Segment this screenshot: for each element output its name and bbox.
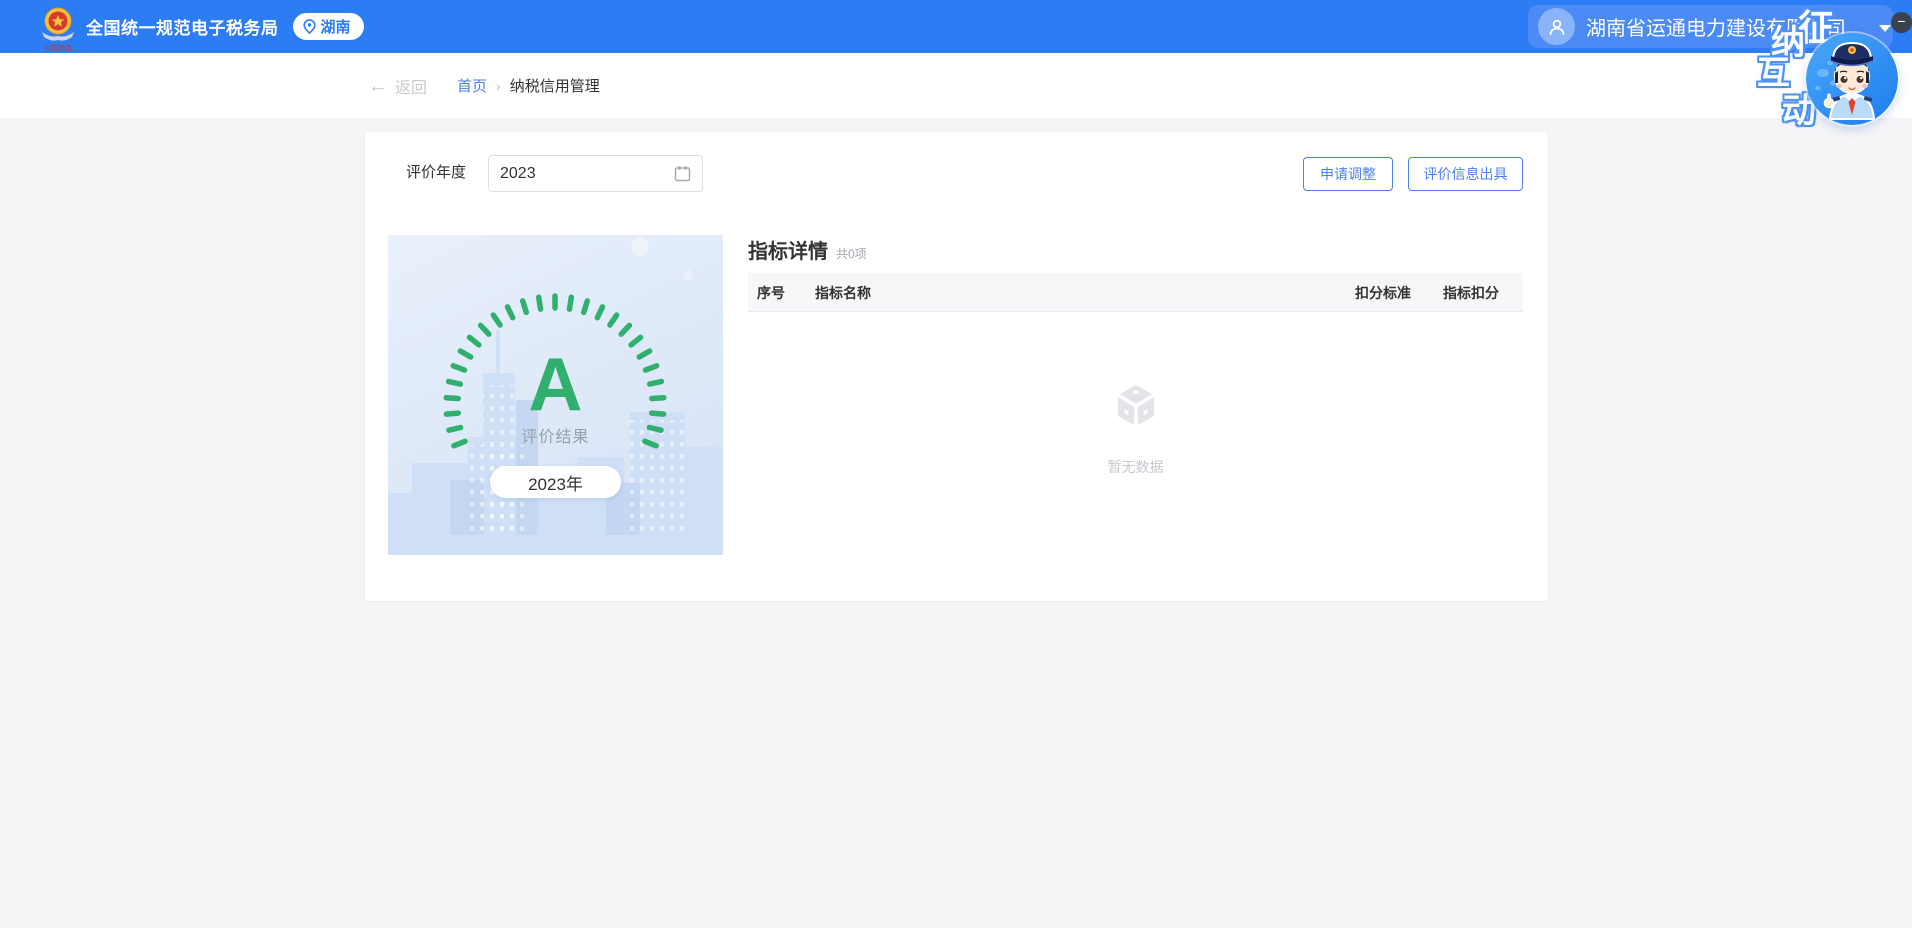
calendar-icon[interactable] bbox=[674, 165, 691, 182]
interaction-assistant-widget[interactable]: 征 纳 互 动 bbox=[1740, 0, 1912, 160]
indicators-count: 共0项 bbox=[836, 245, 867, 262]
person-icon bbox=[1547, 17, 1567, 37]
empty-box-icon bbox=[1112, 382, 1160, 430]
svg-text:中国税务: 中国税务 bbox=[44, 43, 72, 52]
breadcrumb-separator: › bbox=[496, 78, 501, 94]
tax-officer-cartoon-icon bbox=[1806, 33, 1898, 125]
breadcrumb: ← 返回 首页 › 纳税信用管理 bbox=[0, 53, 1912, 118]
evaluation-result-panel: A 评价结果 2023年 bbox=[388, 235, 723, 555]
user-avatar bbox=[1538, 8, 1575, 45]
region-badge[interactable]: 湖南 bbox=[293, 13, 364, 40]
evaluation-year-input[interactable]: 2023 bbox=[488, 155, 703, 192]
column-header-indicator-deduction: 指标扣分 bbox=[1443, 273, 1499, 312]
column-header-indicator-name: 指标名称 bbox=[815, 273, 871, 312]
column-header-deduction-standard: 扣分标准 bbox=[1355, 273, 1411, 312]
indicators-table-header: 序号 指标名称 扣分标准 指标扣分 bbox=[748, 273, 1523, 312]
back-button[interactable]: ← 返回 bbox=[368, 74, 427, 98]
app-title: 全国统一规范电子税务局 bbox=[86, 14, 279, 39]
result-year-pill: 2023年 bbox=[490, 466, 621, 498]
tax-bureau-logo-icon: 中国税务 bbox=[40, 6, 76, 52]
back-label: 返回 bbox=[395, 74, 427, 98]
indicators-title: 指标详情 bbox=[748, 235, 828, 264]
breadcrumb-current: 纳税信用管理 bbox=[510, 75, 600, 96]
empty-state: 暂无数据 bbox=[748, 312, 1523, 477]
credit-grade-value: A bbox=[388, 347, 723, 422]
app-header: 中国税务 全国统一规范电子税务局 湖南 湖南省运通电力建设有限公司 bbox=[0, 0, 1912, 53]
widget-minimize-button[interactable]: − bbox=[1891, 12, 1912, 33]
minus-icon: − bbox=[1897, 13, 1905, 29]
apply-adjustment-button[interactable]: 申请调整 bbox=[1303, 157, 1393, 191]
breadcrumb-home-link[interactable]: 首页 bbox=[457, 75, 487, 96]
column-header-seq: 序号 bbox=[757, 273, 785, 312]
region-badge-label: 湖南 bbox=[321, 16, 351, 37]
widget-label-char: 互 bbox=[1757, 56, 1790, 89]
back-arrow-icon: ← bbox=[368, 76, 388, 96]
location-pin-icon bbox=[303, 19, 316, 34]
evaluation-year-value: 2023 bbox=[500, 165, 674, 183]
credit-grade-caption: 评价结果 bbox=[388, 423, 723, 447]
assistant-officer-avatar[interactable] bbox=[1806, 33, 1898, 125]
issue-evaluation-info-button[interactable]: 评价信息出具 bbox=[1408, 157, 1523, 191]
year-field-label: 评价年度 bbox=[406, 162, 466, 184]
empty-state-text: 暂无数据 bbox=[748, 457, 1523, 477]
indicators-title-row: 指标详情 共0项 bbox=[748, 235, 867, 264]
credit-management-card: 评价年度 2023 申请调整 评价信息出具 bbox=[365, 132, 1548, 601]
